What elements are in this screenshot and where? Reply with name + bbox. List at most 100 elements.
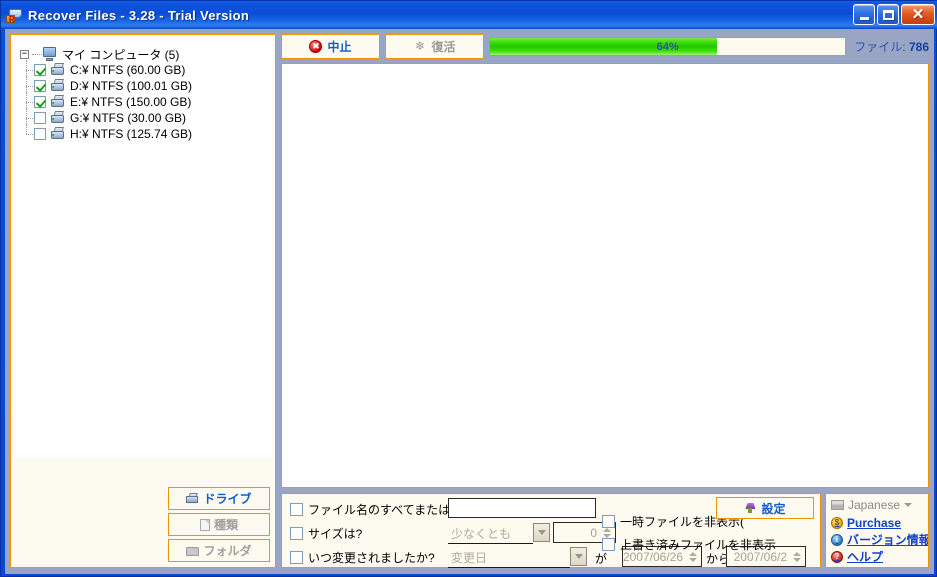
file-count-value: 786 bbox=[908, 40, 929, 54]
filter-panel: ファイル名のすべてまたは一部 サイズは? 少なくとも 0 いつ変更されましたか?… bbox=[281, 493, 821, 568]
tree-indent bbox=[20, 60, 34, 80]
file-count: ファイル: 786 bbox=[851, 38, 929, 55]
window-title: Recover Files - 3.28 - Trial Version bbox=[28, 7, 250, 23]
drive-checkbox-g[interactable] bbox=[34, 112, 46, 124]
file-results-list[interactable] bbox=[281, 63, 929, 488]
tree-row[interactable]: H:¥ NTFS (125.74 GB) bbox=[20, 124, 272, 142]
filter-modified-label: いつ変更されましたか? bbox=[308, 550, 435, 565]
settings-button[interactable]: 設定 bbox=[716, 497, 814, 519]
disk-recovery-icon: R bbox=[6, 7, 23, 24]
progress-label: 64% bbox=[656, 40, 679, 53]
drive-checkbox-d[interactable] bbox=[34, 80, 46, 92]
stop-button[interactable]: ✖ 中止 bbox=[281, 34, 380, 59]
tree-indent bbox=[20, 76, 34, 96]
recover-button-label: 復活 bbox=[431, 40, 456, 54]
tree-expander-icon[interactable]: − bbox=[20, 49, 29, 59]
minimize-button[interactable] bbox=[853, 4, 875, 25]
drive-selection-panel: − マイ コンピュータ (5) C:¥ NTFS (60.00 GB) D:¥ … bbox=[10, 34, 276, 568]
close-icon: ✕ bbox=[911, 5, 925, 23]
filter-size-checkbox[interactable] bbox=[290, 526, 303, 540]
maximize-button[interactable] bbox=[877, 4, 899, 25]
filter-hide-overwritten-label: 上書き済みファイルを非表示 bbox=[620, 537, 777, 552]
filter-filename-row: ファイル名のすべてまたは一部 bbox=[290, 499, 474, 519]
mode-button-drive[interactable]: ドライブ bbox=[168, 487, 270, 510]
filter-hide-temp-checkbox[interactable] bbox=[602, 514, 615, 528]
drive-icon bbox=[50, 111, 66, 125]
drive-checkbox-h[interactable] bbox=[34, 128, 46, 140]
drive-icon bbox=[186, 492, 199, 505]
stop-button-label: 中止 bbox=[327, 40, 352, 54]
drive-label: D:¥ NTFS (100.01 GB) bbox=[70, 79, 193, 93]
mode-button-folder-label: フォルダ bbox=[203, 544, 252, 558]
tree-row[interactable]: E:¥ NTFS (150.00 GB) bbox=[20, 92, 272, 112]
tree-indent bbox=[20, 108, 34, 128]
drive-icon bbox=[50, 79, 66, 93]
client-area: − マイ コンピュータ (5) C:¥ NTFS (60.00 GB) D:¥ … bbox=[5, 29, 934, 574]
drive-label: H:¥ NTFS (125.74 GB) bbox=[70, 127, 193, 141]
drive-checkbox-e[interactable] bbox=[34, 96, 46, 108]
tree-row[interactable]: D:¥ NTFS (100.01 GB) bbox=[20, 76, 272, 96]
tree-indent bbox=[20, 124, 34, 142]
purchase-link[interactable]: $ Purchase bbox=[826, 514, 928, 531]
toolbar: ✖ 中止 ❄ 復活 64% ファイル: 786 bbox=[281, 34, 929, 59]
mode-button-folder[interactable]: フォルダ bbox=[168, 539, 270, 562]
filter-modified-row: いつ変更されましたか? bbox=[290, 547, 435, 567]
filter-size-label: サイズは? bbox=[308, 526, 363, 541]
minimize-icon bbox=[859, 16, 869, 20]
mode-button-drive-label: ドライブ bbox=[203, 492, 252, 506]
flag-icon bbox=[831, 500, 844, 510]
page-icon bbox=[199, 518, 210, 531]
language-label: Japanese bbox=[848, 498, 901, 512]
purchase-link-label: Purchase bbox=[847, 515, 902, 530]
drive-icon bbox=[50, 127, 66, 141]
size-operator-dropdown-arrow[interactable] bbox=[533, 523, 550, 542]
recover-button[interactable]: ❄ 復活 bbox=[385, 34, 484, 59]
title-bar: R Recover Files - 3.28 - Trial Version ✕ bbox=[1, 1, 937, 29]
my-computer-icon bbox=[42, 47, 58, 61]
scan-progress-bar: 64% bbox=[489, 37, 847, 56]
application-window: R Recover Files - 3.28 - Trial Version ✕… bbox=[0, 0, 937, 577]
purchase-icon: $ bbox=[831, 516, 843, 529]
tree-root-label: マイ コンピュータ (5) bbox=[62, 47, 180, 62]
drive-icon bbox=[50, 63, 66, 77]
version-info-link[interactable]: i バージョン情報 bbox=[826, 531, 928, 548]
size-operator-select[interactable]: 少なくとも bbox=[448, 524, 533, 544]
drive-label: C:¥ NTFS (60.00 GB) bbox=[70, 63, 186, 77]
tree-indent bbox=[20, 92, 34, 112]
mode-button-type-label: 種類 bbox=[213, 518, 238, 532]
help-icon: ? bbox=[831, 550, 843, 563]
modified-field-select[interactable]: 変更日 bbox=[448, 548, 570, 568]
stop-circle-icon: ✖ bbox=[309, 40, 323, 53]
help-link[interactable]: ? ヘルプ bbox=[826, 548, 928, 565]
file-count-label: ファイル: bbox=[854, 40, 906, 54]
gem-icon bbox=[744, 502, 756, 514]
filter-size-row: サイズは? bbox=[290, 523, 362, 543]
filename-input[interactable] bbox=[448, 498, 596, 518]
scan-mode-buttons: ドライブ 種類 フォルダ bbox=[168, 487, 270, 562]
drive-icon bbox=[50, 95, 66, 109]
filter-hide-overwritten-checkbox[interactable] bbox=[602, 537, 615, 551]
tree-row[interactable]: G:¥ NTFS (30.00 GB) bbox=[20, 108, 272, 128]
language-selector[interactable]: Japanese bbox=[826, 494, 928, 514]
version-info-link-label: バージョン情報 bbox=[847, 533, 928, 547]
version-icon: i bbox=[831, 533, 843, 546]
tree-root-row[interactable]: − マイ コンピュータ (5) bbox=[20, 46, 272, 62]
drive-tree[interactable]: − マイ コンピュータ (5) C:¥ NTFS (60.00 GB) D:¥ … bbox=[14, 38, 272, 458]
size-value: 0 bbox=[590, 525, 597, 540]
filter-hide-overwritten-row: 上書き済みファイルを非表示 bbox=[602, 534, 776, 554]
filter-modified-checkbox[interactable] bbox=[290, 550, 303, 564]
filter-filename-checkbox[interactable] bbox=[290, 502, 303, 516]
chevron-down-icon bbox=[904, 503, 913, 507]
drive-checkbox-c[interactable] bbox=[34, 64, 46, 76]
modified-field-dropdown-arrow[interactable] bbox=[570, 547, 587, 566]
mode-button-type[interactable]: 種類 bbox=[168, 513, 270, 536]
tree-connector bbox=[32, 53, 42, 55]
drive-label: E:¥ NTFS (150.00 GB) bbox=[70, 95, 192, 109]
tree-row[interactable]: C:¥ NTFS (60.00 GB) bbox=[20, 60, 272, 80]
settings-button-label: 設定 bbox=[761, 501, 786, 516]
drive-label: G:¥ NTFS (30.00 GB) bbox=[70, 111, 187, 125]
maximize-icon bbox=[882, 9, 894, 20]
close-button[interactable]: ✕ bbox=[901, 4, 935, 25]
help-link-label: ヘルプ bbox=[847, 550, 884, 564]
stepper-arrows-icon[interactable] bbox=[790, 548, 803, 565]
